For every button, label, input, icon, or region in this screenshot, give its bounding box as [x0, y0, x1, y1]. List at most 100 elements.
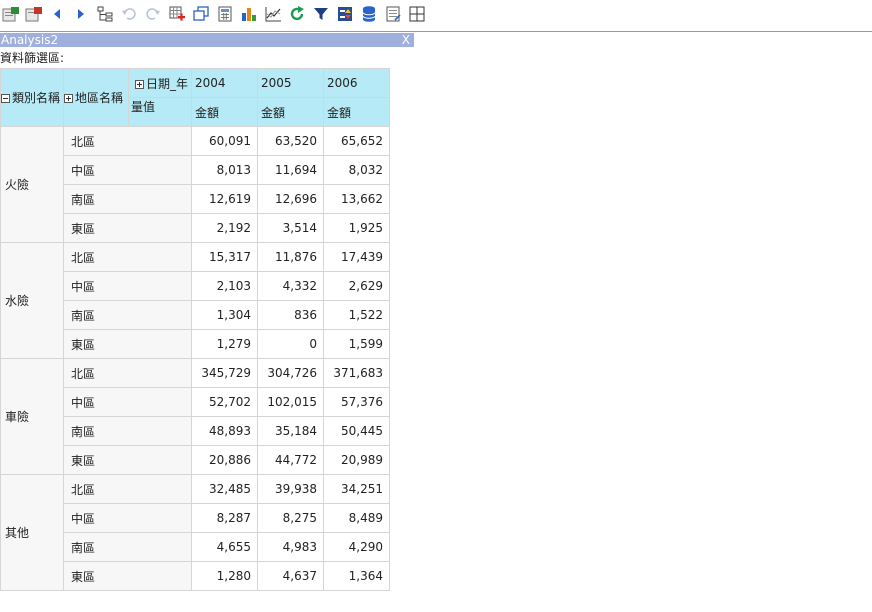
region-cell: 南區	[63, 300, 192, 330]
region-cell: 北區	[63, 126, 192, 156]
hierarchy-icon[interactable]	[95, 4, 115, 24]
value-cell: 60,091	[191, 126, 258, 156]
value-cell: 15,317	[191, 242, 258, 272]
expand-icon[interactable]	[134, 79, 144, 89]
region-cell: 北區	[63, 474, 192, 504]
value-cell: 1,925	[323, 213, 390, 243]
value-cell: 52,702	[191, 387, 258, 417]
next-icon[interactable]	[71, 4, 91, 24]
category-cell: 其他	[0, 474, 64, 591]
value-cell: 1,280	[191, 561, 258, 591]
expand-icon[interactable]	[64, 94, 73, 103]
pivot-table: 類別名稱 地區名稱 日期_年 2004 2005 2006 量值 金額 金額 金…	[0, 68, 390, 591]
grid-icon[interactable]	[407, 4, 427, 24]
value-cell: 12,696	[257, 184, 324, 214]
table-row: 車險 北區 345,729 304,726 371,683	[0, 358, 390, 475]
region-cell: 南區	[63, 416, 192, 446]
value-cell: 12,619	[191, 184, 258, 214]
region-cell: 東區	[63, 213, 192, 243]
value-cell: 20,886	[191, 445, 258, 475]
category-cell: 車險	[0, 358, 64, 475]
table-row: 其他 北區 32,485 39,938 34,251	[0, 474, 390, 591]
region-cell: 南區	[63, 184, 192, 214]
value-cell: 836	[257, 300, 324, 330]
line-chart-icon[interactable]	[263, 4, 283, 24]
value-cell: 8,275	[257, 503, 324, 533]
previous-icon[interactable]	[47, 4, 67, 24]
value-cell: 304,726	[257, 358, 324, 388]
value-cell: 48,893	[191, 416, 258, 446]
value-cell: 44,772	[257, 445, 324, 475]
value-cell: 8,032	[323, 155, 390, 185]
value-cell: 50,445	[323, 416, 390, 446]
value-cell: 8,013	[191, 155, 258, 185]
category-cell: 火險	[0, 126, 64, 243]
value-cell: 35,184	[257, 416, 324, 446]
value-cell: 1,522	[323, 300, 390, 330]
value-cell: 8,287	[191, 503, 258, 533]
close-button[interactable]: X	[402, 33, 410, 47]
region-cell: 東區	[63, 561, 192, 591]
calculator-icon[interactable]	[215, 4, 235, 24]
value-cell: 3,514	[257, 213, 324, 243]
value-cell: 13,662	[323, 184, 390, 214]
region-cell: 北區	[63, 242, 192, 272]
value-cell: 39,938	[257, 474, 324, 504]
value-cell: 34,251	[323, 474, 390, 504]
value-cell: 2,192	[191, 213, 258, 243]
region-cell: 中區	[63, 271, 192, 301]
export-excel-icon[interactable]	[1, 4, 21, 24]
region-cell: 北區	[63, 358, 192, 388]
undo-icon[interactable]	[119, 4, 139, 24]
value-cell: 4,637	[257, 561, 324, 591]
sort-icon[interactable]	[335, 4, 355, 24]
region-cell: 東區	[63, 329, 192, 359]
value-cell: 63,520	[257, 126, 324, 156]
measure-label: 量值	[128, 97, 192, 127]
filter-icon[interactable]	[311, 4, 331, 24]
filter-area-label: 資料篩選區:	[0, 51, 65, 65]
value-cell: 1,599	[323, 329, 390, 359]
report-icon[interactable]	[383, 4, 403, 24]
value-cell: 1,364	[323, 561, 390, 591]
value-cell: 17,439	[323, 242, 390, 272]
value-cell: 11,876	[257, 242, 324, 272]
year-header[interactable]: 2004	[191, 68, 258, 98]
row-header-category[interactable]: 類別名稱	[0, 68, 64, 127]
region-cell: 東區	[63, 445, 192, 475]
value-cell: 4,655	[191, 532, 258, 562]
value-cell: 20,989	[323, 445, 390, 475]
value-cell: 11,694	[257, 155, 324, 185]
refresh-icon[interactable]	[287, 4, 307, 24]
value-cell: 8,489	[323, 503, 390, 533]
region-cell: 中區	[63, 503, 192, 533]
measure-header: 金額	[323, 97, 390, 127]
value-cell: 4,983	[257, 532, 324, 562]
panel-title-bar: Analysis2 X	[0, 33, 414, 47]
region-cell: 中區	[63, 387, 192, 417]
export-pdf-icon[interactable]	[24, 4, 44, 24]
table-row: 火險 北區 60,091 63,520 65,652	[0, 126, 390, 243]
column-dimension-header[interactable]: 日期_年	[128, 68, 192, 98]
measure-header: 金額	[257, 97, 324, 127]
value-cell: 32,485	[191, 474, 258, 504]
value-cell: 57,376	[323, 387, 390, 417]
category-cell: 水險	[0, 242, 64, 359]
add-calculation-icon[interactable]	[167, 4, 187, 24]
year-header[interactable]: 2006	[323, 68, 390, 98]
database-icon[interactable]	[359, 4, 379, 24]
value-cell: 4,290	[323, 532, 390, 562]
collapse-icon[interactable]	[1, 94, 10, 103]
year-header[interactable]: 2005	[257, 68, 324, 98]
panel-title: Analysis2	[1, 33, 59, 47]
value-cell: 2,629	[323, 271, 390, 301]
value-cell: 345,729	[191, 358, 258, 388]
table-row: 水險 北區 15,317 11,876 17,439	[0, 242, 390, 359]
row-header-region[interactable]: 地區名稱	[63, 68, 129, 127]
bar-chart-icon[interactable]	[239, 4, 259, 24]
redo-icon[interactable]	[143, 4, 163, 24]
copy-window-icon[interactable]	[191, 4, 211, 24]
value-cell: 65,652	[323, 126, 390, 156]
value-cell: 2,103	[191, 271, 258, 301]
value-cell: 4,332	[257, 271, 324, 301]
